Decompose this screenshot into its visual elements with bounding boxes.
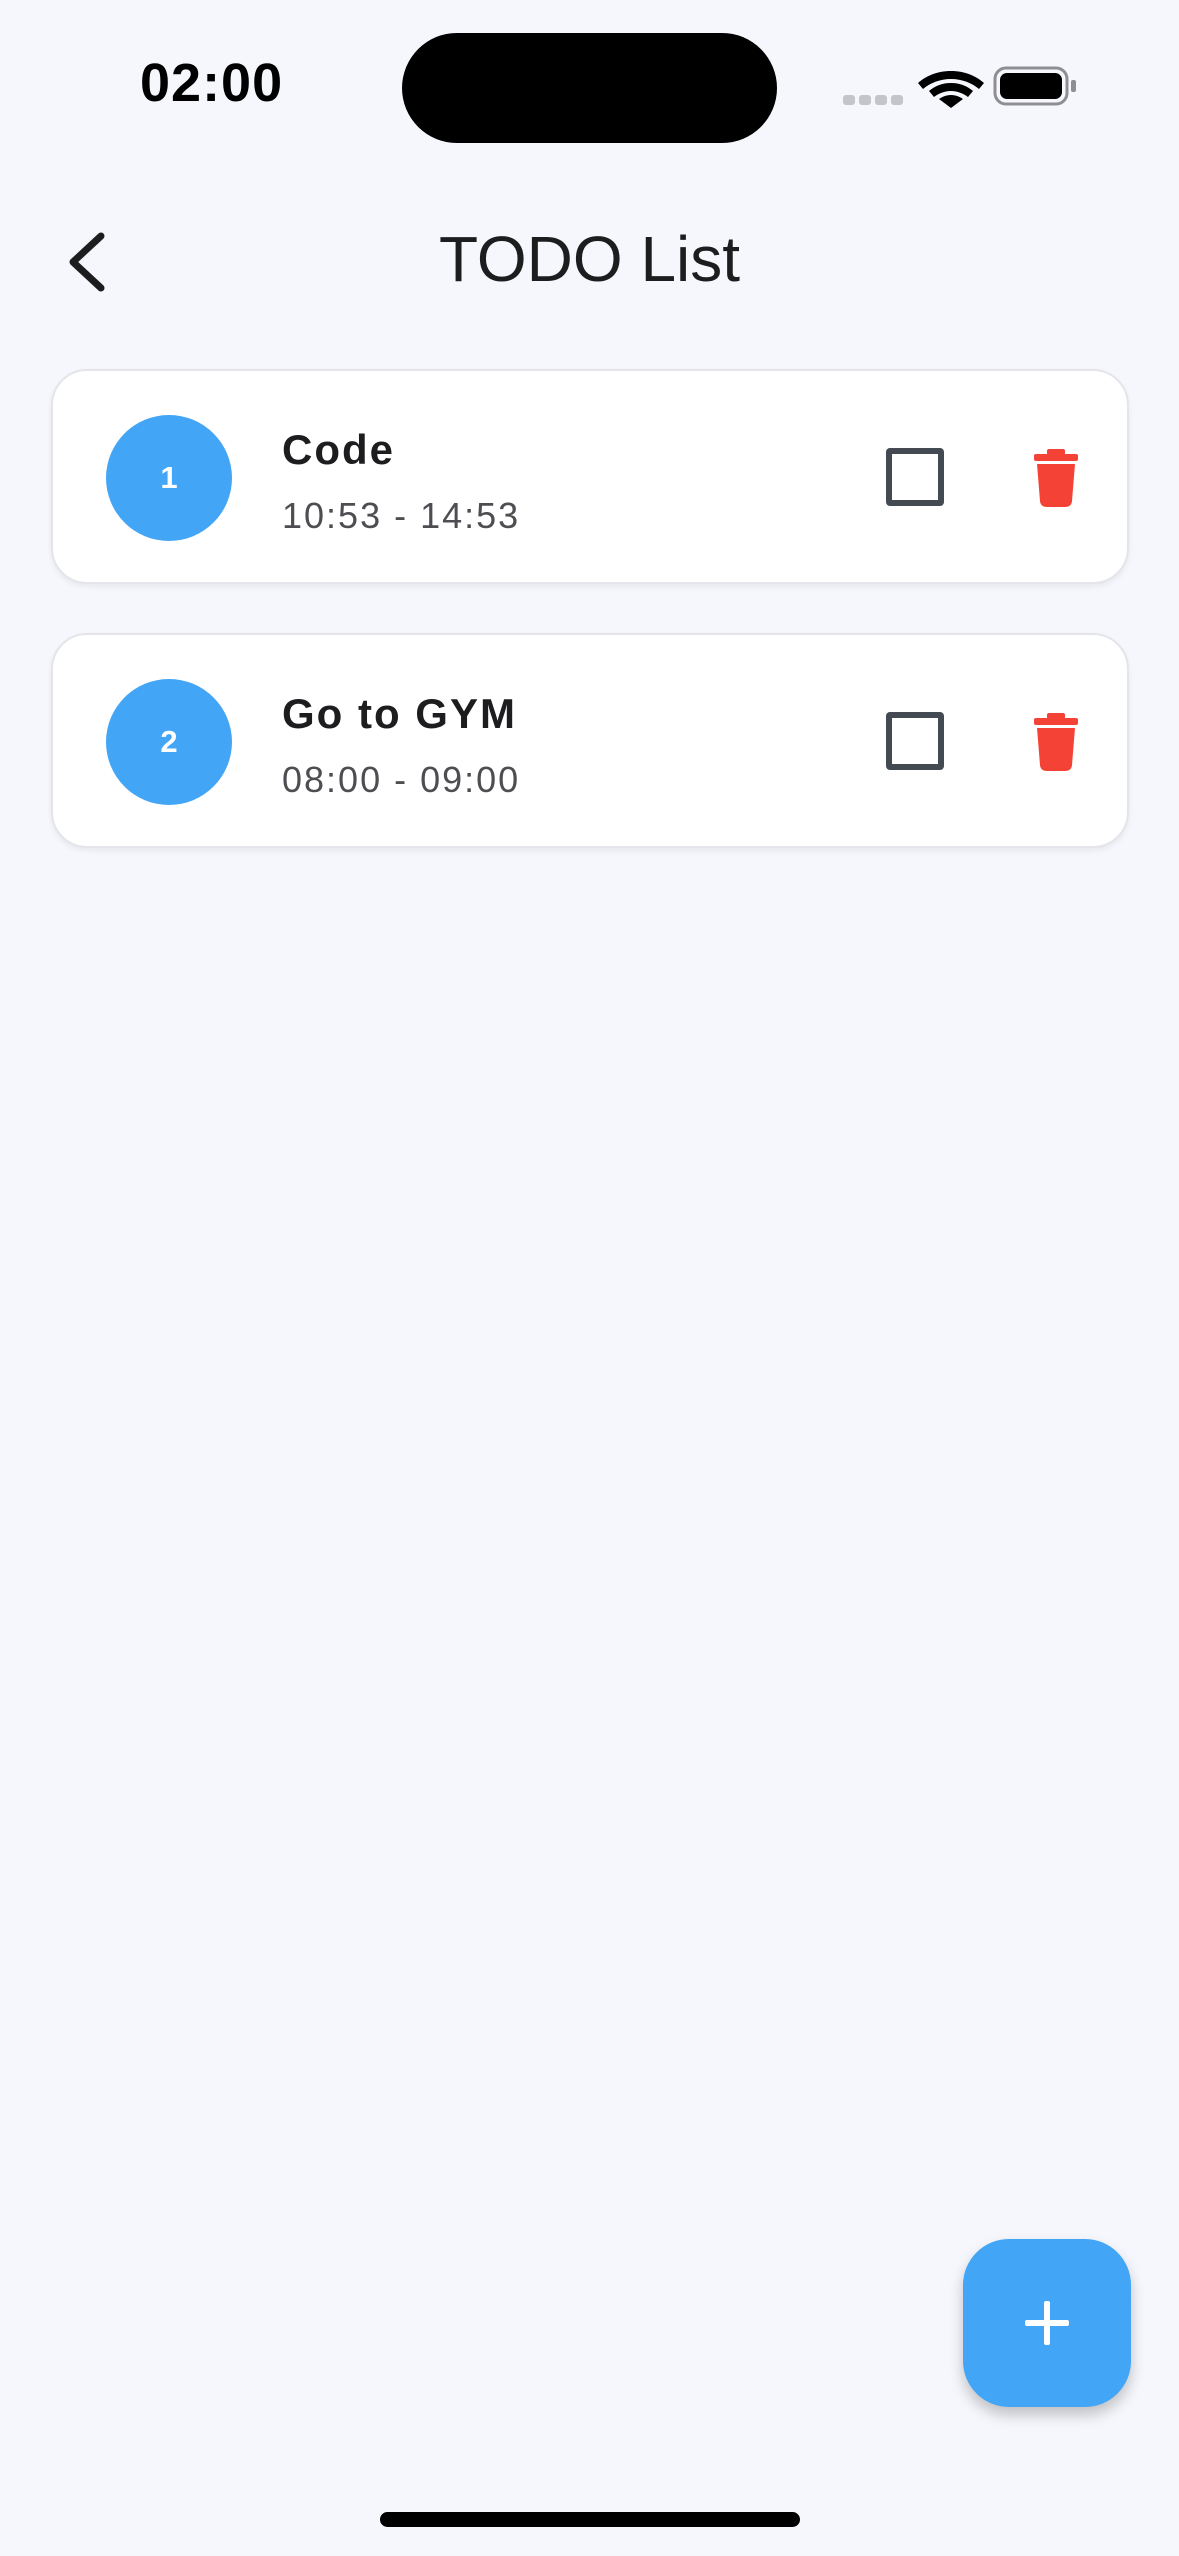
- todo-list: 1 Code 10:53 - 14:53 2 Go to GYM 08:00 -…: [51, 369, 1129, 897]
- plus-icon: [1025, 2301, 1069, 2345]
- signal-icon: [843, 95, 903, 105]
- todo-item[interactable]: 2 Go to GYM 08:00 - 09:00: [51, 633, 1129, 848]
- home-indicator[interactable]: [380, 2512, 800, 2527]
- status-time: 02:00: [140, 53, 284, 113]
- todo-time-range: 08:00 - 09:00: [282, 759, 521, 800]
- trash-icon: [1034, 449, 1078, 507]
- todo-title: Code: [282, 426, 395, 473]
- trash-icon: [1034, 713, 1078, 771]
- todo-time-range: 10:53 - 14:53: [282, 495, 521, 536]
- delete-button[interactable]: [1021, 705, 1091, 779]
- todo-item[interactable]: 1 Code 10:53 - 14:53: [51, 369, 1129, 584]
- todo-checkbox[interactable]: [886, 712, 944, 770]
- todo-index-avatar: 1: [106, 415, 232, 541]
- dynamic-island: [402, 33, 777, 143]
- wifi-icon: [918, 71, 984, 108]
- todo-index-avatar: 2: [106, 679, 232, 805]
- status-icons: [843, 64, 1083, 108]
- delete-button[interactable]: [1021, 441, 1091, 515]
- todo-checkbox[interactable]: [886, 448, 944, 506]
- battery-icon: [993, 66, 1076, 106]
- add-todo-button[interactable]: [963, 2239, 1131, 2407]
- page-title: TODO List: [438, 223, 741, 295]
- todo-title: Go to GYM: [282, 690, 517, 737]
